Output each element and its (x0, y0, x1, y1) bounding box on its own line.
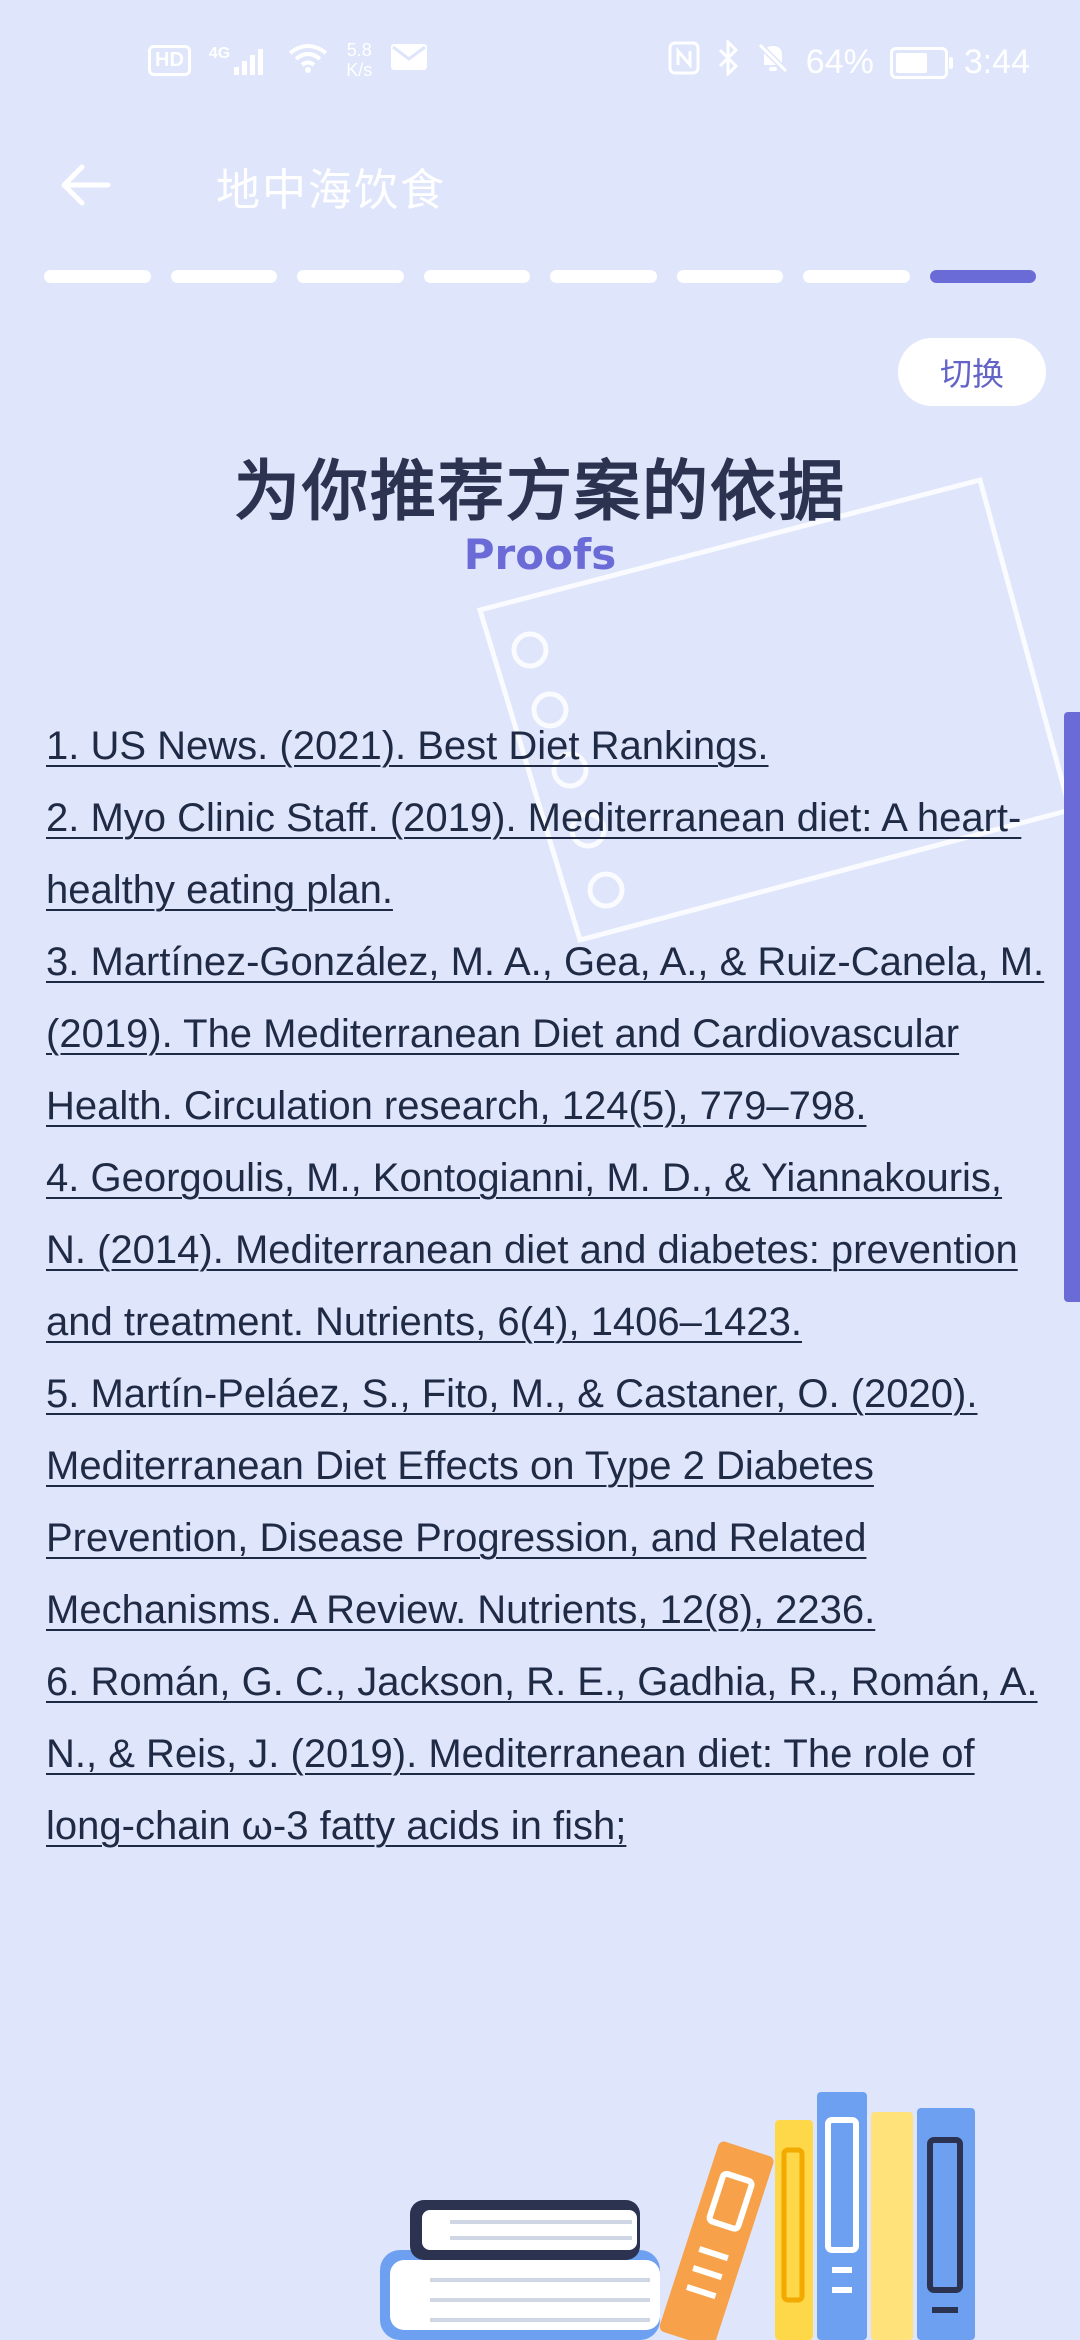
bluetooth-icon (716, 38, 740, 85)
battery-level (895, 52, 927, 73)
progress-step (803, 270, 910, 283)
signal-icon: 4G (209, 45, 270, 75)
wifi-icon (288, 41, 328, 80)
switch-button[interactable]: 切换 (898, 338, 1046, 406)
headline: 为你推荐方案的依据 (234, 453, 846, 530)
reference-link[interactable]: 5. Martín-Peláez, S., Fito, M., & Castan… (46, 1358, 1046, 1646)
status-bar: HD 4G 5.8 K/s 64% 3:44 (0, 0, 1080, 130)
battery-percent: 64% (805, 43, 874, 81)
progress-step (297, 270, 404, 283)
status-left: HD 4G 5.8 K/s (148, 40, 428, 80)
network-speed: 5.8 K/s (346, 40, 372, 80)
reference-link[interactable]: 2. Myo Clinic Staff. (2019). Mediterrane… (46, 782, 1046, 926)
battery-icon (889, 46, 953, 79)
reference-link[interactable]: 4. Georgoulis, M., Kontogianni, M. D., &… (46, 1142, 1046, 1358)
mute-bell-icon (756, 41, 790, 84)
subheadline: Proofs (463, 530, 617, 579)
references-list: 1. US News. (2021). Best Diet Rankings. … (46, 710, 1046, 1862)
mail-icon (390, 42, 428, 79)
step-progress (44, 270, 1036, 283)
clock: 3:44 (963, 43, 1030, 81)
app-bar: 地中海饮食 (0, 130, 1080, 240)
progress-step-current (929, 270, 1036, 283)
progress-step (423, 270, 530, 283)
books-illustration (380, 2092, 975, 2340)
signal-label: 4G (208, 45, 231, 62)
progress-step (550, 270, 657, 283)
status-right: 64% 3:44 (668, 38, 1030, 85)
back-arrow-icon (58, 163, 112, 211)
back-button[interactable] (50, 152, 120, 222)
reference-link[interactable]: 1. US News. (2021). Best Diet Rankings. (46, 710, 1046, 782)
speed-unit: K/s (346, 60, 373, 80)
hd-badge: HD (148, 44, 191, 76)
speed-value: 5.8 (346, 40, 372, 60)
page-title: 地中海饮食 (216, 165, 446, 216)
progress-step (44, 270, 151, 283)
progress-step (676, 270, 783, 283)
progress-step (170, 270, 277, 283)
nfc-icon (668, 41, 700, 84)
reference-link[interactable]: 3. Martínez-González, M. A., Gea, A., & … (46, 926, 1046, 1142)
scrollbar[interactable] (1064, 712, 1080, 1302)
reference-link[interactable]: 6. Román, G. C., Jackson, R. E., Gadhia,… (46, 1646, 1046, 1862)
